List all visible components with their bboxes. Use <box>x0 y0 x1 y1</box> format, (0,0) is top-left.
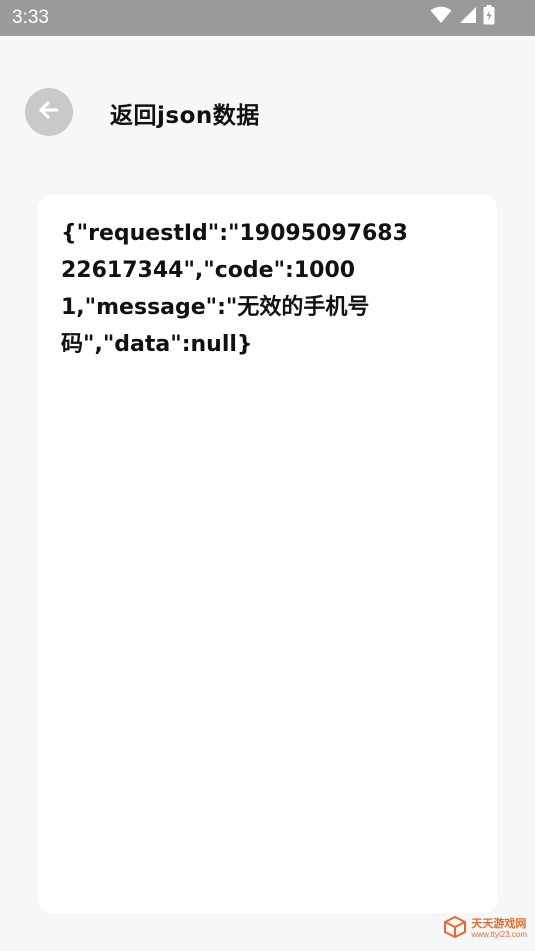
json-result-card: {"requestId":"1909509768322617344","code… <box>38 195 497 913</box>
battery-icon <box>483 5 495 29</box>
json-response-text: {"requestId":"1909509768322617344","code… <box>61 221 408 357</box>
back-button[interactable] <box>25 88 73 136</box>
watermark-url: www.ttyl23.com <box>471 930 527 939</box>
watermark-text: 天天游戏网 www.ttyl23.com <box>471 918 527 940</box>
status-time: 3:33 <box>12 7 49 28</box>
cube-logo-icon <box>443 915 467 943</box>
header: 返回json数据 <box>0 36 535 186</box>
signal-icon <box>458 6 477 28</box>
status-icons <box>430 5 495 29</box>
watermark-title: 天天游戏网 <box>471 917 527 930</box>
status-bar: 3:33 <box>0 0 535 36</box>
wifi-icon <box>430 6 452 28</box>
watermark: 天天游戏网 www.ttyl23.com <box>443 915 527 943</box>
arrow-left-icon <box>36 97 62 127</box>
page-title: 返回json数据 <box>110 103 260 129</box>
